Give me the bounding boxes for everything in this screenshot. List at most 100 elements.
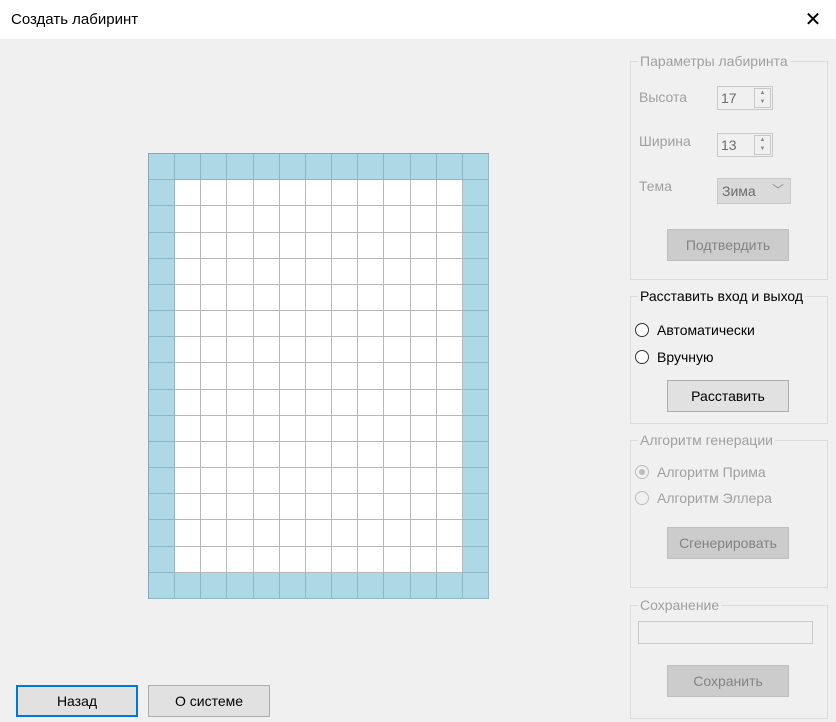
maze-cell[interactable] [227,363,254,390]
radio-circle[interactable] [635,465,649,479]
maze-wall-cell[interactable] [410,572,437,599]
maze-cell[interactable] [410,337,437,364]
maze-wall-cell[interactable] [149,363,176,390]
maze-cell[interactable] [201,441,228,469]
maze-cell[interactable] [227,389,254,416]
maze-cell[interactable] [436,389,463,416]
maze-cell[interactable] [175,363,202,390]
maze-cell[interactable] [384,363,411,390]
maze-cell[interactable] [410,415,437,442]
maze-cell[interactable] [305,520,333,547]
maze-cell[interactable] [332,494,359,521]
maze-cell[interactable] [305,311,333,338]
maze-cell[interactable] [358,494,385,521]
maze-wall-cell[interactable] [149,415,176,442]
maze-cell[interactable] [253,494,280,521]
maze-cell[interactable] [279,206,306,233]
maze-cell[interactable] [410,363,437,390]
maze-cell[interactable] [332,258,359,285]
maze-cell[interactable] [227,258,254,285]
maze-cell[interactable] [201,206,228,233]
maze-wall-cell[interactable] [462,311,489,338]
confirm-button[interactable]: Подтвердить [667,229,789,261]
maze-cell[interactable] [175,494,202,521]
maze-cell[interactable] [279,441,306,469]
maze-wall-cell[interactable] [149,468,176,495]
maze-wall-cell[interactable] [149,180,176,207]
maze-cell[interactable] [201,468,228,495]
maze-cell[interactable] [305,546,333,573]
maze-wall-cell[interactable] [305,572,333,599]
maze-cell[interactable] [436,206,463,233]
maze-cell[interactable] [305,441,333,469]
maze-cell[interactable] [332,389,359,416]
maze-cell[interactable] [175,337,202,364]
maze-cell[interactable] [201,258,228,285]
maze-wall-cell[interactable] [358,572,385,599]
maze-cell[interactable] [253,337,280,364]
maze-cell[interactable] [279,415,306,442]
maze-wall-cell[interactable] [462,572,489,599]
maze-cell[interactable] [436,546,463,573]
maze-wall-cell[interactable] [149,441,176,469]
maze-cell[interactable] [175,258,202,285]
maze-cell[interactable] [436,337,463,364]
maze-cell[interactable] [384,258,411,285]
maze-cell[interactable] [332,180,359,207]
maze-cell[interactable] [410,258,437,285]
maze-cell[interactable] [358,389,385,416]
maze-wall-cell[interactable] [149,389,176,416]
radio-circle[interactable] [635,350,649,364]
maze-cell[interactable] [175,180,202,207]
maze-cell[interactable] [436,520,463,547]
maze-wall-cell[interactable] [305,154,333,181]
maze-cell[interactable] [175,284,202,312]
maze-wall-cell[interactable] [462,180,489,207]
maze-cell[interactable] [410,284,437,312]
maze-cell[interactable] [201,520,228,547]
maze-cell[interactable] [436,415,463,442]
maze-cell[interactable] [201,180,228,207]
maze-cell[interactable] [358,546,385,573]
maze-cell[interactable] [279,180,306,207]
maze-cell[interactable] [410,468,437,495]
maze-cell[interactable] [332,232,359,259]
maze-cell[interactable] [175,232,202,259]
maze-cell[interactable] [384,206,411,233]
maze-cell[interactable] [305,494,333,521]
maze-wall-cell[interactable] [462,258,489,285]
maze-cell[interactable] [305,468,333,495]
maze-cell[interactable] [253,389,280,416]
maze-cell[interactable] [410,494,437,521]
maze-wall-cell[interactable] [462,206,489,233]
maze-cell[interactable] [410,520,437,547]
maze-cell[interactable] [227,441,254,469]
maze-wall-cell[interactable] [462,389,489,416]
maze-wall-cell[interactable] [253,154,280,181]
maze-cell[interactable] [175,468,202,495]
maze-wall-cell[interactable] [149,311,176,338]
maze-wall-cell[interactable] [332,572,359,599]
maze-cell[interactable] [279,337,306,364]
place-button[interactable]: Расставить [667,380,789,412]
maze-wall-cell[interactable] [175,154,202,181]
maze-cell[interactable] [410,546,437,573]
maze-cell[interactable] [253,206,280,233]
maze-cell[interactable] [253,311,280,338]
maze-cell[interactable] [332,284,359,312]
maze-wall-cell[interactable] [436,572,463,599]
spin-down-icon[interactable]: ▼ [755,98,770,107]
maze-cell[interactable] [358,284,385,312]
maze-cell[interactable] [358,206,385,233]
maze-cell[interactable] [358,180,385,207]
maze-cell[interactable] [253,232,280,259]
maze-cell[interactable] [332,441,359,469]
maze-cell[interactable] [410,441,437,469]
radio-prim[interactable]: Алгоритм Прима [635,462,766,482]
maze-cell[interactable] [332,206,359,233]
maze-cell[interactable] [384,494,411,521]
maze-cell[interactable] [279,284,306,312]
maze-cell[interactable] [253,468,280,495]
width-spin-arrows[interactable]: ▲ ▼ [754,135,771,155]
maze-wall-cell[interactable] [462,546,489,573]
